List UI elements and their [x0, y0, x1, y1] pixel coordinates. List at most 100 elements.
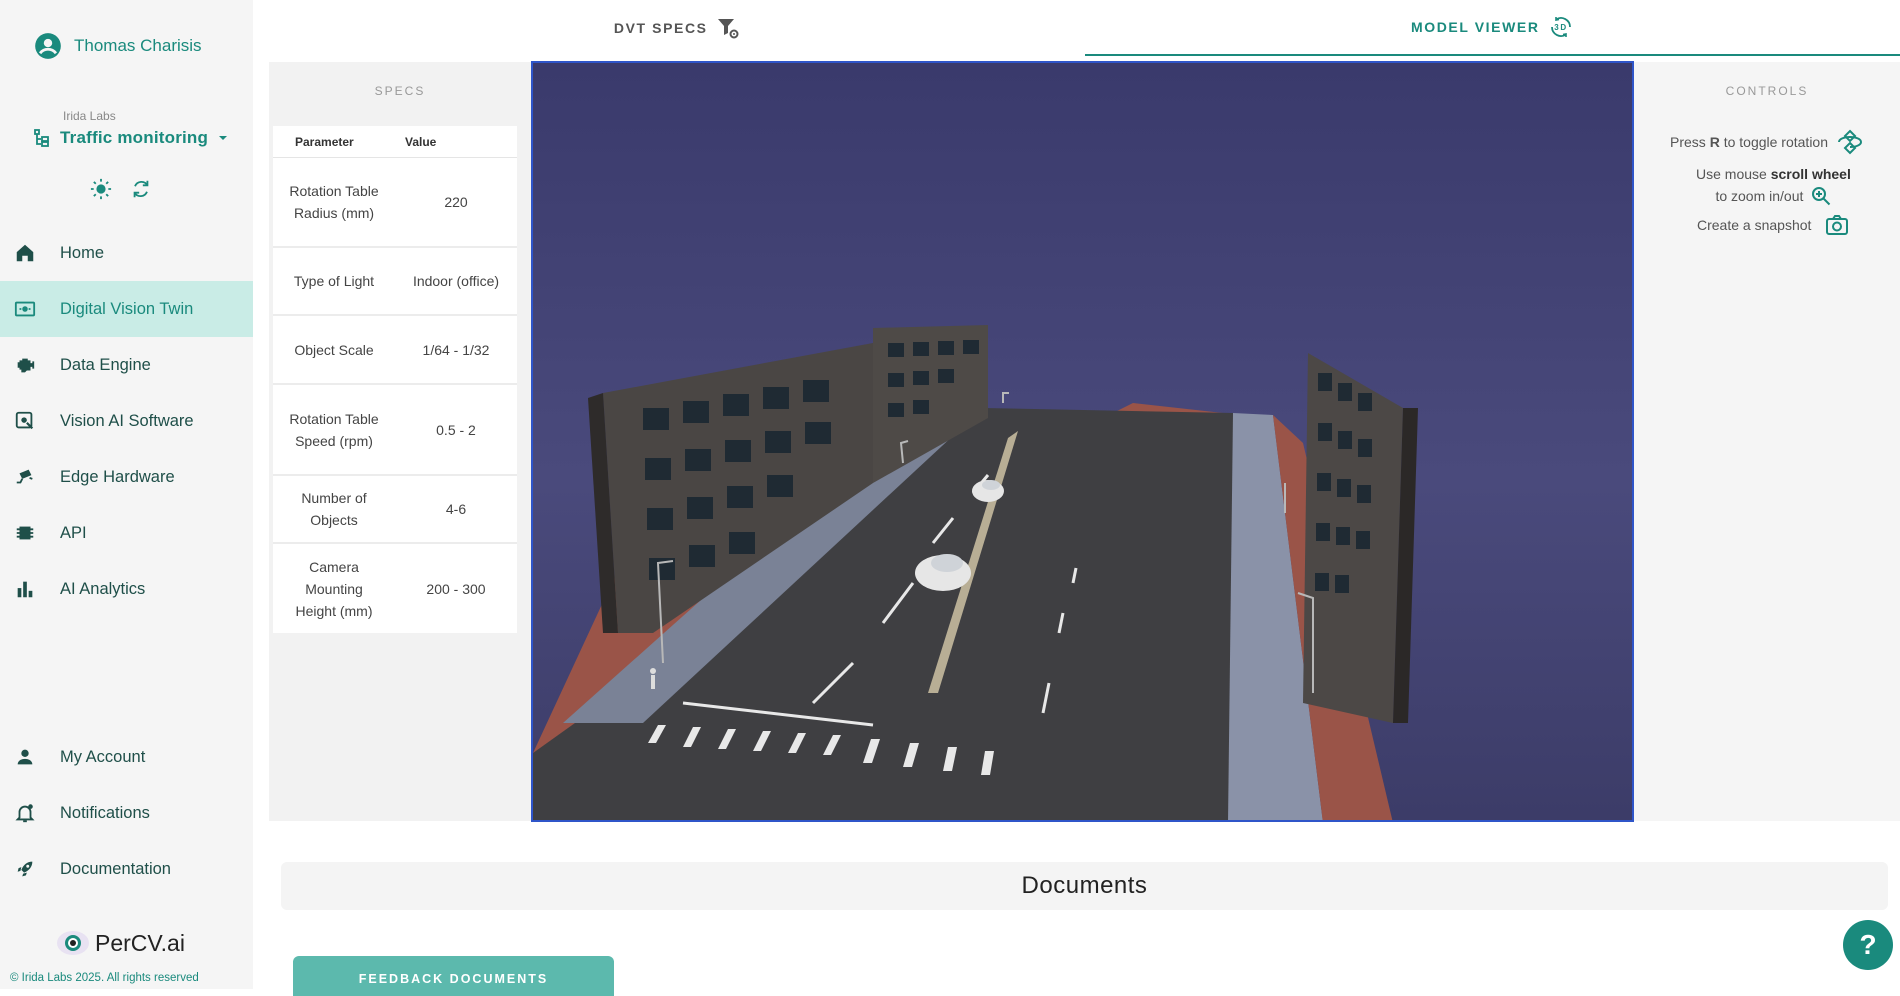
toggle-rotation-icon[interactable]	[1836, 128, 1864, 156]
nav-item-notifications[interactable]: Notifications	[0, 785, 253, 841]
help-icon: ?	[1859, 929, 1876, 961]
spec-param: Camera Mounting Height (mm)	[273, 548, 395, 630]
snapshot-control[interactable]: Create a snapshot	[1697, 214, 1849, 236]
nav-label: API	[60, 524, 87, 543]
nav-item-edge-hardware[interactable]: Edge Hardware	[0, 449, 253, 505]
nav-label: Digital Vision Twin	[60, 300, 193, 319]
organization-label: Irida Labs	[63, 109, 116, 123]
bar-chart-icon	[14, 578, 36, 600]
specs-table: Parameter Value Rotation Table Radius (m…	[273, 126, 517, 633]
account-circle-icon	[34, 32, 62, 60]
eye-logo-icon	[55, 928, 91, 958]
camera-hardware-icon	[14, 466, 36, 488]
table-row: Type of Light Indoor (office)	[273, 248, 517, 316]
nav-item-api[interactable]: API	[0, 505, 253, 561]
tab-label: MODEL VIEWER	[1411, 19, 1540, 35]
zoom-hint-pre: Use mouse	[1696, 166, 1771, 182]
spec-value: 0.5 - 2	[395, 411, 517, 449]
main-nav: Home Digital Vision Twin Data Engine Vis…	[0, 225, 253, 617]
table-row: Number of Objects 4-6	[273, 476, 517, 544]
specs-panel: SPECS Parameter Value Rotation Table Rad…	[269, 62, 531, 821]
nav-item-my-account[interactable]: My Account	[0, 729, 253, 785]
spec-value: 220	[395, 183, 517, 221]
help-button[interactable]: ?	[1843, 920, 1893, 970]
feedback-documents-label: FEEDBACK DOCUMENTS	[359, 972, 548, 986]
street-scene-render	[533, 63, 1632, 820]
zoom-hint-post: to zoom in/out	[1715, 188, 1803, 204]
spec-value: Indoor (office)	[395, 262, 517, 300]
nav-item-vision-ai-software[interactable]: Vision AI Software	[0, 393, 253, 449]
spec-param: Object Scale	[273, 331, 395, 369]
filter-settings-icon	[716, 16, 740, 40]
nav-label: Data Engine	[60, 356, 151, 375]
specs-title: SPECS	[269, 84, 531, 98]
svg-text:3D: 3D	[1554, 23, 1567, 32]
nav-label: AI Analytics	[60, 580, 145, 599]
engine-icon	[14, 354, 36, 376]
rotate-hint-post: to toggle rotation	[1720, 134, 1828, 150]
spec-value: 4-6	[395, 490, 517, 528]
nav-label: Edge Hardware	[60, 468, 175, 487]
project-selector[interactable]: Traffic monitoring	[32, 128, 230, 148]
user-name: Thomas Charisis	[74, 36, 202, 56]
zoom-control: Use mouse scroll wheel to zoom in/out	[1696, 166, 1851, 206]
feedback-documents-button[interactable]: FEEDBACK DOCUMENTS	[293, 956, 614, 996]
controls-title: CONTROLS	[1634, 84, 1900, 98]
quick-actions	[90, 178, 152, 200]
snapshot-label: Create a snapshot	[1697, 217, 1811, 233]
col-header-parameter: Parameter	[273, 135, 395, 149]
bell-icon	[14, 802, 36, 824]
zoom-key: scroll wheel	[1771, 166, 1851, 182]
model-viewer-canvas[interactable]	[531, 61, 1634, 822]
tab-dvt-specs[interactable]: DVT SPECS	[269, 0, 1085, 56]
rocket-icon	[14, 858, 36, 880]
home-icon	[14, 242, 36, 264]
spec-param: Number of Objects	[273, 479, 395, 539]
col-header-value: Value	[395, 135, 517, 149]
secondary-nav: My Account Notifications Documentation	[0, 729, 253, 897]
rotate-key: R	[1710, 134, 1720, 150]
spec-param: Rotation Table Speed (rpm)	[273, 400, 395, 460]
nav-label: Notifications	[60, 804, 150, 823]
tab-model-viewer[interactable]: MODEL VIEWER 3D	[1085, 0, 1900, 56]
nav-item-digital-vision-twin[interactable]: Digital Vision Twin	[0, 281, 253, 337]
spec-value: 1/64 - 1/32	[395, 331, 517, 369]
controls-panel: CONTROLS Press R to toggle rotation Use …	[1634, 62, 1900, 821]
spec-param: Type of Light	[273, 262, 395, 300]
chip-icon	[14, 522, 36, 544]
specs-table-header: Parameter Value	[273, 126, 517, 158]
tab-label: DVT SPECS	[614, 20, 708, 36]
nav-label: Home	[60, 244, 104, 263]
rotate-3d-icon: 3D	[1548, 14, 1574, 40]
nav-item-home[interactable]: Home	[0, 225, 253, 281]
table-row: Rotation Table Speed (rpm) 0.5 - 2	[273, 385, 517, 476]
camera-snapshot-icon[interactable]	[1825, 214, 1849, 236]
chevron-down-icon	[216, 131, 230, 145]
nav-item-data-engine[interactable]: Data Engine	[0, 337, 253, 393]
documents-header: Documents	[281, 862, 1888, 910]
table-row: Object Scale 1/64 - 1/32	[273, 316, 517, 385]
user-profile[interactable]: Thomas Charisis	[34, 32, 202, 60]
table-row: Rotation Table Radius (mm) 220	[273, 158, 517, 248]
zoom-in-icon	[1811, 186, 1831, 206]
vision-ai-icon	[14, 410, 36, 432]
rotate-hint-pre: Press	[1670, 134, 1710, 150]
project-tree-icon	[32, 128, 52, 148]
nav-item-ai-analytics[interactable]: AI Analytics	[0, 561, 253, 617]
theme-toggle-sun-icon[interactable]	[90, 178, 112, 200]
car-far	[972, 480, 1004, 502]
view-tabs: DVT SPECS MODEL VIEWER 3D	[269, 0, 1900, 56]
copyright-text: © Irida Labs 2025. All rights reserved	[10, 972, 199, 984]
rotation-control[interactable]: Press R to toggle rotation	[1670, 128, 1864, 156]
sidebar: Thomas Charisis Irida Labs Traffic monit…	[0, 0, 253, 989]
percv-logo: PerCV.ai	[55, 928, 185, 958]
nav-label: Documentation	[60, 860, 171, 879]
table-row: Camera Mounting Height (mm) 200 - 300	[273, 544, 517, 633]
documents-title: Documents	[1022, 872, 1148, 900]
person-icon	[14, 746, 36, 768]
spec-param: Rotation Table Radius (mm)	[273, 172, 395, 232]
nav-item-documentation[interactable]: Documentation	[0, 841, 253, 897]
refresh-icon[interactable]	[130, 178, 152, 200]
logo-text: PerCV.ai	[95, 930, 185, 957]
spec-value: 200 - 300	[395, 570, 517, 608]
